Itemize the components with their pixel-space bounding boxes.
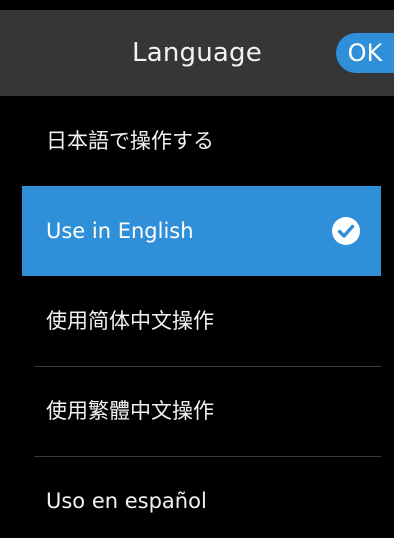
- ok-button[interactable]: OK: [336, 33, 394, 73]
- language-label: 使用简体中文操作: [46, 309, 214, 333]
- language-screen: Language OK 日本語で操作する Use in English 使用简体…: [0, 0, 394, 538]
- language-label: Uso en español: [46, 489, 207, 513]
- language-option-simplified-chinese[interactable]: 使用简体中文操作: [22, 276, 381, 366]
- language-option-japanese[interactable]: 日本語で操作する: [22, 96, 381, 186]
- language-option-english[interactable]: Use in English: [22, 186, 381, 276]
- language-label: 日本語で操作する: [46, 129, 214, 153]
- check-circle-icon: [332, 217, 360, 245]
- page-title: Language: [132, 38, 262, 68]
- language-label: Use in English: [46, 219, 194, 243]
- language-option-spanish[interactable]: Uso en español: [22, 456, 381, 538]
- language-option-traditional-chinese[interactable]: 使用繁體中文操作: [22, 366, 381, 456]
- header-bar: Language OK: [0, 10, 394, 96]
- language-label: 使用繁體中文操作: [46, 399, 214, 423]
